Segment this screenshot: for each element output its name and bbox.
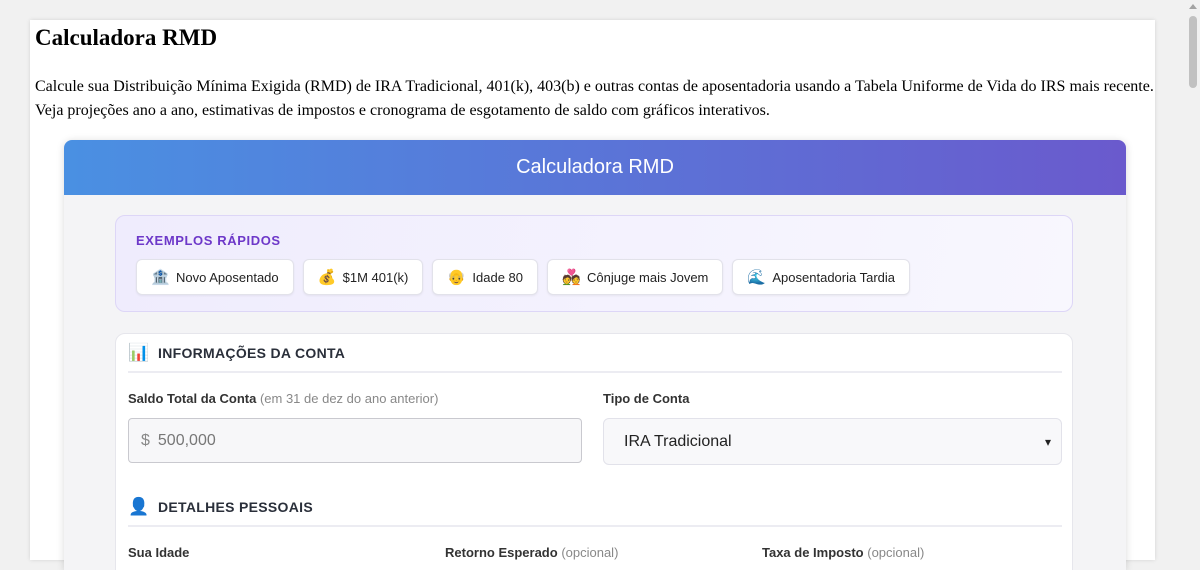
quick-examples-title: EXEMPLOS RÁPIDOS: [136, 233, 281, 248]
account-type-label: Tipo de Conta: [603, 391, 690, 406]
couple-icon: 💑: [562, 269, 581, 286]
older-man-icon: 👴: [447, 269, 467, 286]
calculator-form: 📊 INFORMAÇÕES DA CONTA Saldo Total da Co…: [115, 333, 1073, 570]
example-label: $1M 401(k): [342, 269, 409, 285]
example-label: Cônjuge mais Jovem: [587, 269, 709, 285]
example-button-younger-spouse[interactable]: 💑 Cônjuge mais Jovem: [547, 259, 724, 295]
age-label: Sua Idade: [128, 545, 190, 560]
scrollbar-thumb[interactable]: [1189, 16, 1197, 88]
page-scrollbar[interactable]: [1185, 0, 1200, 543]
example-button-late-retirement[interactable]: 🌊 Aposentadoria Tardia: [732, 259, 911, 295]
account-type-select[interactable]: IRA Tradicional ▾: [603, 418, 1062, 465]
chevron-down-icon: ▾: [1044, 434, 1051, 449]
rmd-calculator-widget: Calculadora RMD EXEMPLOS RÁPIDOS 🏦 Novo …: [64, 140, 1126, 570]
page-title: Calculadora RMD: [35, 25, 218, 50]
tax-label: Taxa de Imposto (opcional): [762, 545, 924, 560]
wave-icon: 🌊: [747, 269, 767, 286]
bank-icon: 🏦: [151, 269, 170, 286]
balance-label: Saldo Total da Conta (em 31 de dez do an…: [128, 391, 438, 406]
example-button-new-retiree[interactable]: 🏦 Novo Aposentado: [136, 259, 294, 295]
return-hint: (opcional): [561, 545, 619, 560]
balance-label-text: Saldo Total da Conta: [128, 391, 257, 406]
example-button-age-80[interactable]: 👴 Idade 80: [432, 259, 538, 295]
page-description: Calcule sua Distribuição Mínima Exigida …: [35, 78, 1154, 119]
balance-input[interactable]: [155, 430, 560, 451]
account-section-title: INFORMAÇÕES DA CONTA: [158, 344, 346, 361]
personal-section-title: DETALHES PESSOAIS: [158, 498, 313, 515]
calculator-header: Calculadora RMD: [64, 140, 1126, 195]
money-bag-icon: 💰: [317, 269, 337, 286]
account-section-header: 📊 INFORMAÇÕES DA CONTA: [128, 334, 1062, 373]
person-icon: 👤: [128, 496, 150, 516]
tax-label-text: Taxa de Imposto: [762, 545, 864, 560]
quick-examples-panel: EXEMPLOS RÁPIDOS 🏦 Novo Aposentado 💰 $1M…: [115, 215, 1073, 312]
balance-hint: (em 31 de dez do ano anterior): [259, 391, 439, 406]
page-content: Calculadora RMD Calcule sua Distribuição…: [30, 20, 1155, 570]
account-type-value: IRA Tradicional: [624, 432, 732, 450]
return-label-text: Retorno Esperado: [445, 545, 558, 560]
balance-input-wrapper: $: [128, 418, 582, 463]
dollar-prefix: $: [141, 431, 150, 449]
quick-examples-row: 🏦 Novo Aposentado 💰 $1M 401(k) 👴 Idade 8…: [136, 259, 911, 295]
example-button-1m-401k[interactable]: 💰 $1M 401(k): [302, 259, 424, 295]
tax-hint: (opcional): [867, 545, 925, 560]
return-label: Retorno Esperado (opcional): [445, 545, 618, 560]
example-label: Aposentadoria Tardia: [772, 269, 896, 285]
personal-section-header: 👤 DETALHES PESSOAIS: [128, 488, 1062, 527]
example-label: Novo Aposentado: [176, 269, 279, 285]
scroll-up-arrow-icon[interactable]: [1189, 4, 1197, 9]
bar-chart-icon: 📊: [128, 342, 150, 362]
example-label: Idade 80: [472, 269, 523, 285]
